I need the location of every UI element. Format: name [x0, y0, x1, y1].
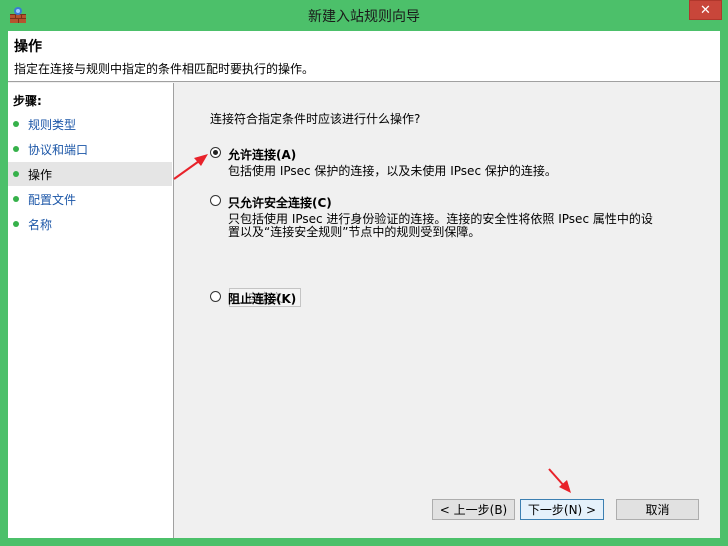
step-action[interactable]: 操作	[8, 162, 172, 186]
red-arrow-icon	[173, 154, 208, 180]
main-panel: 连接符合指定条件时应该进行什么操作? 允许连接(A) 包括使用 IPsec 保护…	[175, 83, 720, 538]
step-bullet-icon	[13, 146, 19, 152]
step-label: 协议和端口	[28, 142, 89, 157]
allow-connection-description: 包括使用 IPsec 保护的连接，以及未使用 IPsec 保护的连接。	[228, 164, 557, 178]
block-connection-label[interactable]: 阻止连接(K)	[228, 290, 296, 307]
close-button[interactable]: ✕	[689, 0, 722, 20]
step-profile[interactable]: 配置文件	[8, 187, 172, 211]
window-title: 新建入站规则向导	[308, 9, 420, 25]
red-arrow-icon	[548, 468, 571, 493]
allow-connection-label[interactable]: 允许连接(A)	[228, 146, 296, 163]
next-button[interactable]: 下一步(N) >	[520, 499, 604, 520]
steps-sidebar: 步骤: 规则类型 协议和端口 操作 配置文件 名称	[8, 83, 174, 538]
allow-secure-radio[interactable]	[210, 195, 221, 206]
step-bullet-icon	[13, 121, 19, 127]
step-protocol-port[interactable]: 协议和端口	[8, 137, 172, 161]
close-icon: ✕	[700, 2, 711, 18]
title-bar[interactable]: 新建入站规则向导 ✕	[0, 0, 728, 31]
step-label: 规则类型	[28, 117, 77, 132]
page-header: 操作 指定在连接与规则中指定的条件相匹配时要执行的操作。	[8, 31, 720, 82]
step-bullet-icon	[13, 196, 19, 202]
step-label: 配置文件	[28, 192, 77, 207]
action-prompt: 连接符合指定条件时应该进行什么操作?	[210, 112, 421, 126]
page-title: 操作	[14, 39, 42, 55]
step-label: 名称	[28, 217, 53, 232]
cancel-button[interactable]: 取消	[616, 499, 699, 520]
allow-secure-description: 只包括使用 IPsec 进行身份验证的连接。连接的安全性将依照 IPsec 属性…	[228, 212, 653, 239]
step-label: 操作	[28, 167, 53, 182]
block-connection-radio[interactable]	[210, 291, 221, 302]
allow-secure-label[interactable]: 只允许安全连接(C)	[228, 194, 332, 211]
step-rule-type[interactable]: 规则类型	[8, 112, 172, 136]
step-bullet-icon	[13, 171, 19, 177]
step-bullet-icon	[13, 221, 19, 227]
steps-label: 步骤:	[13, 94, 42, 108]
wizard-body: 操作 指定在连接与规则中指定的条件相匹配时要执行的操作。 步骤: 规则类型 协议…	[8, 31, 720, 538]
step-name[interactable]: 名称	[8, 212, 172, 236]
wizard-window: 新建入站规则向导 ✕ 操作 指定在连接与规则中指定的条件相匹配时要执行的操作。 …	[0, 0, 728, 546]
back-button[interactable]: < 上一步(B)	[432, 499, 515, 520]
page-description: 指定在连接与规则中指定的条件相匹配时要执行的操作。	[14, 62, 315, 76]
